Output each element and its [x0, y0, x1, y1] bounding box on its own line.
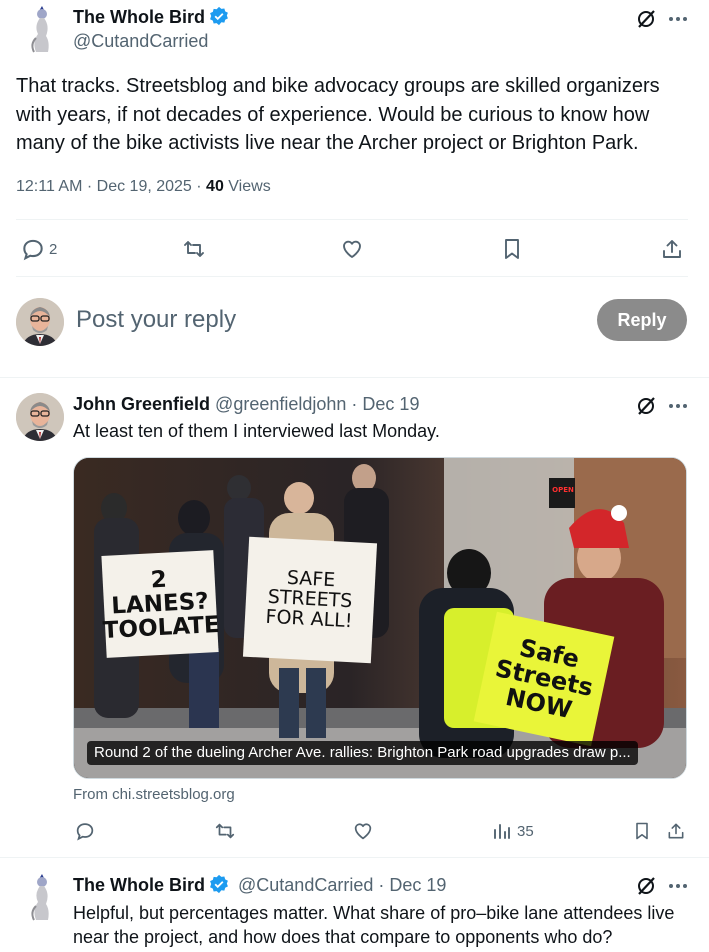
author-handle[interactable]: @CutandCarried: [238, 875, 373, 895]
verified-badge-icon: [210, 6, 228, 26]
more-icon[interactable]: [666, 394, 690, 418]
author-handle[interactable]: @greenfieldjohn: [215, 394, 346, 414]
share-button[interactable]: [658, 236, 686, 262]
grok-icon[interactable]: [634, 874, 658, 898]
views-count: 40: [206, 178, 224, 195]
author-avatar-bird[interactable]: [22, 872, 58, 924]
tweet-text: That tracks. Streetsblog and bike advoca…: [16, 75, 660, 154]
retweet-button[interactable]: [213, 819, 237, 843]
card-title: Round 2 of the dueling Archer Ave. ralli…: [87, 741, 638, 765]
sign-two-lanes: 2 LANES? TOOLATE: [101, 550, 220, 658]
grok-icon[interactable]: [634, 394, 658, 418]
card-source[interactable]: From chi.streetsblog.org: [73, 786, 235, 803]
bookmark-button[interactable]: [498, 236, 526, 262]
divider: [0, 377, 709, 378]
share-icon: [668, 823, 684, 839]
like-button[interactable]: [351, 819, 375, 843]
retweet-button[interactable]: [180, 236, 208, 262]
reply-date[interactable]: Dec 19: [389, 875, 446, 895]
retweet-icon: [184, 241, 204, 257]
reply-icon: [23, 239, 43, 261]
grok-icon[interactable]: [634, 7, 658, 31]
author-handle[interactable]: @CutandCarried: [73, 31, 208, 52]
reply-text: At least ten of them I interviewed last …: [73, 421, 440, 441]
user-avatar[interactable]: [16, 298, 64, 346]
reply-date[interactable]: Dec 19: [362, 394, 419, 414]
author-name[interactable]: The Whole Bird: [73, 875, 205, 895]
retweet-icon: [215, 823, 235, 839]
bookmark-icon: [636, 822, 648, 840]
reply-input[interactable]: Post your reply: [76, 306, 236, 334]
share-button[interactable]: [664, 819, 688, 843]
reply-submit-button[interactable]: Reply: [597, 299, 687, 341]
divider: [0, 857, 709, 858]
like-icon: [343, 240, 361, 258]
divider: [16, 276, 688, 277]
views-count: 35: [517, 822, 534, 840]
link-card[interactable]: 2 LANES? TOOLATE SAFE STREETS FOR ALL! S…: [73, 457, 687, 779]
reply-text: Helpful, but percentages matter. What sh…: [73, 903, 675, 947]
tweet-metadata: 12:11 AM · Dec 19, 2025 · 40 Views: [16, 178, 271, 195]
views-label: Views: [228, 178, 271, 195]
more-icon[interactable]: [666, 874, 690, 898]
author-avatar[interactable]: [16, 393, 64, 441]
reply-count: 2: [49, 240, 58, 258]
author-name[interactable]: John Greenfield: [73, 394, 210, 414]
divider: [16, 219, 688, 220]
views-icon: [494, 824, 510, 839]
more-icon[interactable]: [666, 7, 690, 31]
tweet-time[interactable]: 12:11 AM: [16, 178, 82, 195]
reply-button[interactable]: [73, 819, 97, 843]
views-button[interactable]: 35: [492, 820, 534, 842]
like-icon: [354, 823, 372, 840]
reply-button[interactable]: 2: [20, 236, 57, 262]
reply-icon: [76, 823, 94, 841]
bookmark-icon: [505, 239, 519, 259]
author-name[interactable]: The Whole Bird: [73, 7, 205, 27]
verified-badge-icon: [210, 874, 228, 894]
sign-safe-streets: SAFE STREETS FOR ALL!: [242, 536, 378, 664]
open-sign: OPEN: [552, 478, 574, 504]
tweet-date[interactable]: Dec 19, 2025: [97, 178, 192, 195]
share-icon: [663, 240, 681, 258]
bookmark-button[interactable]: [630, 819, 654, 843]
author-avatar-bird[interactable]: [22, 4, 58, 56]
like-button[interactable]: [338, 236, 366, 262]
card-photo: 2 LANES? TOOLATE SAFE STREETS FOR ALL! S…: [74, 458, 686, 778]
